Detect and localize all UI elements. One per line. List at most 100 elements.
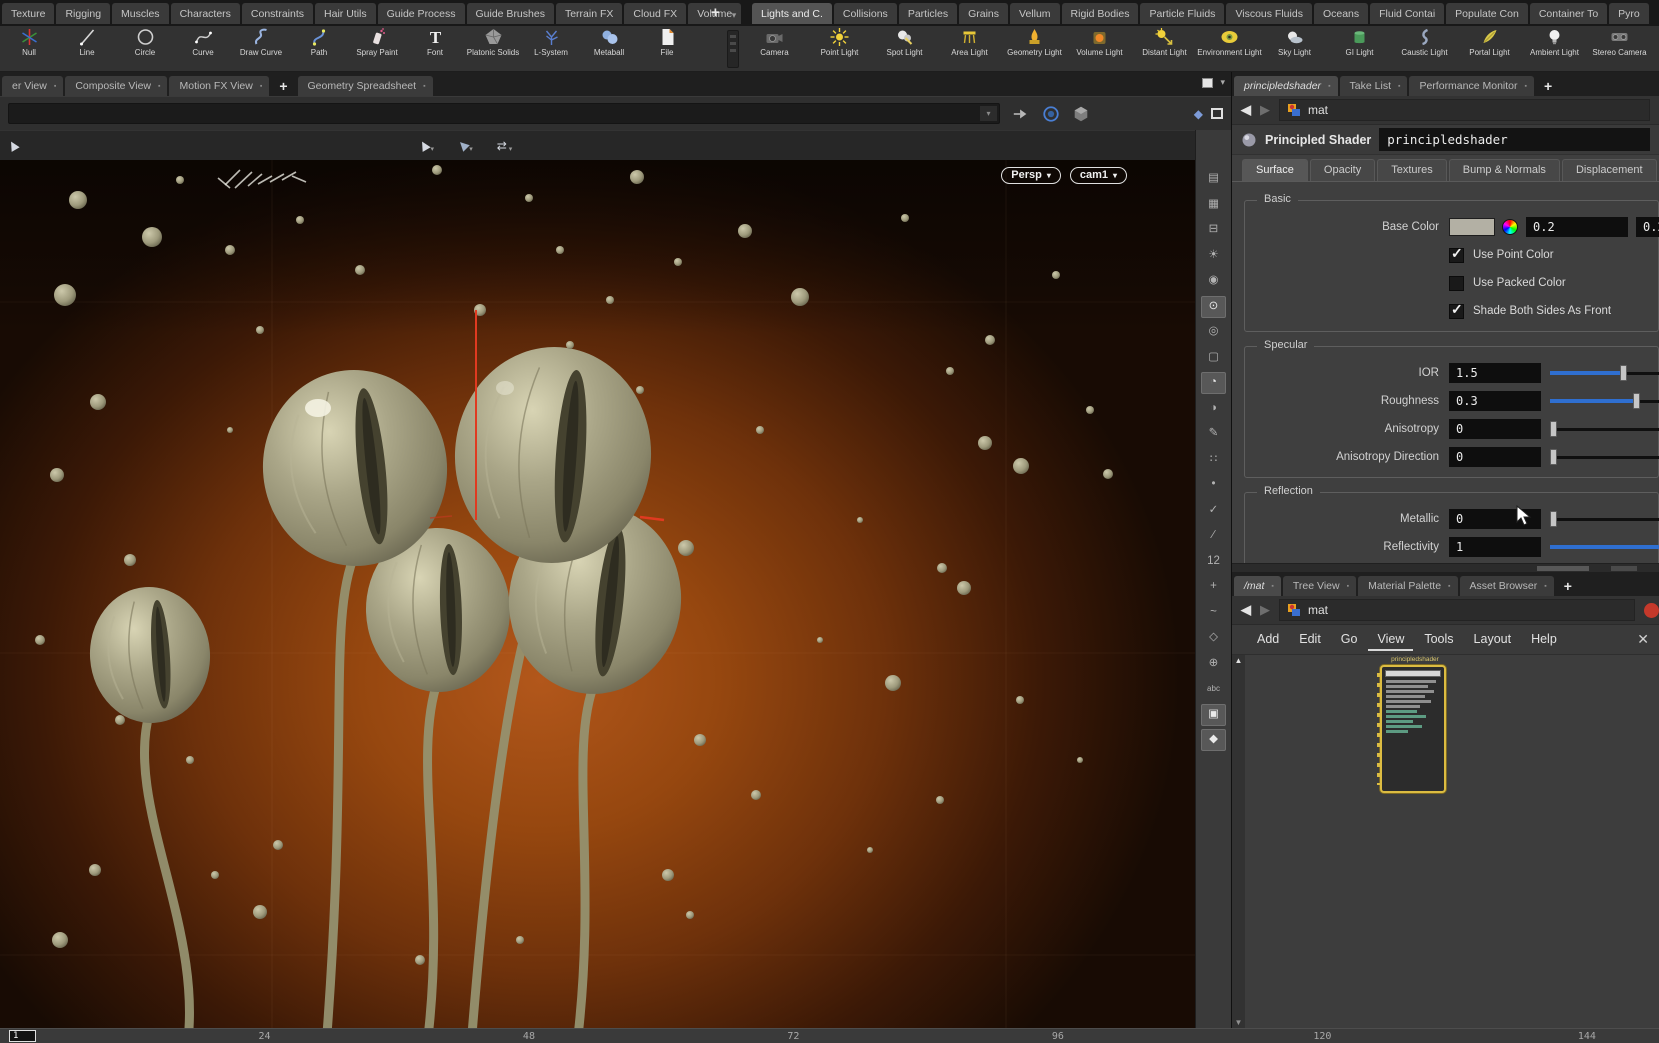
move-tool-icon[interactable]: ⇄▾ <box>497 139 513 153</box>
frame-12-label[interactable]: 12 <box>1201 551 1226 573</box>
shelf-tab-guide-process[interactable]: Guide Process <box>378 3 465 24</box>
tool-path[interactable]: Path <box>290 27 348 71</box>
checkbox-checked[interactable] <box>1449 248 1464 263</box>
field-dropdown-icon[interactable]: ▾ <box>980 106 997 121</box>
add-shelf-button[interactable]: + <box>705 3 726 21</box>
pane-link-icon[interactable]: ◆ <box>1194 107 1203 121</box>
tab-marker-icon[interactable]: ▪ <box>1544 583 1546 590</box>
param-value-field[interactable]: 0 <box>1449 419 1541 439</box>
projection-button[interactable]: Persp▾ <box>1001 167 1061 184</box>
shelf-tab-hair-utils[interactable]: Hair Utils <box>315 3 376 24</box>
tool-point-light[interactable]: Point Light <box>807 27 872 71</box>
network-canvas[interactable]: ▲▼ principledshader <box>1232 655 1659 1028</box>
eyedropper-icon[interactable]: ∕ <box>1201 525 1226 547</box>
tool-portal-light[interactable]: Portal Light <box>1457 27 1522 71</box>
tool-file[interactable]: File <box>638 27 696 71</box>
axis-icon[interactable]: ⊕ <box>1201 653 1226 675</box>
network-new-tab-button[interactable]: + <box>1556 576 1580 596</box>
brush-icon[interactable]: ~ <box>1201 602 1226 624</box>
shelf-tab-viscous-fluids[interactable]: Viscous Fluids <box>1226 3 1312 24</box>
param-slider[interactable] <box>1550 419 1659 439</box>
shelf-tab-fluid-contai[interactable]: Fluid Contai <box>1370 3 1444 24</box>
render-icon[interactable]: ◔ <box>1201 372 1226 394</box>
notification-badge[interactable] <box>1644 603 1659 618</box>
points-icon[interactable]: ∷ <box>1201 449 1226 471</box>
tool-circle[interactable]: Circle <box>116 27 174 71</box>
tools-icon[interactable]: ✕ <box>1637 631 1649 648</box>
shader-name-field[interactable]: principledshader <box>1379 128 1650 151</box>
checkbox-unchecked[interactable] <box>1449 276 1464 291</box>
tool-geometry-light[interactable]: Geometry Light <box>1002 27 1067 71</box>
tab-marker-icon[interactable]: ▪ <box>423 83 425 90</box>
shelf-tab-collisions[interactable]: Collisions <box>834 3 897 24</box>
tool-metaball[interactable]: Metaball <box>580 27 638 71</box>
clip-icon[interactable]: ◇ <box>1201 627 1226 649</box>
camera-icon[interactable]: ▢ <box>1201 347 1226 369</box>
parameter-tab-principledshader[interactable]: principledshader▪ <box>1234 76 1338 96</box>
shelf-tab-container-to[interactable]: Container To <box>1530 3 1607 24</box>
parameter-new-tab-button[interactable]: + <box>1536 76 1560 96</box>
menu-add[interactable]: Add <box>1248 628 1288 651</box>
view-tool-icon[interactable]: ▶▾ <box>419 139 434 153</box>
tool-ambient-light[interactable]: Ambient Light <box>1522 27 1587 71</box>
tab-marker-icon[interactable]: ▪ <box>54 83 56 90</box>
color-value-field[interactable]: 0.2 <box>1636 217 1659 237</box>
shelf-tab-pyro[interactable]: Pyro <box>1609 3 1649 24</box>
param-tab-opacity[interactable]: Opacity <box>1310 159 1375 181</box>
shelf-tab-particles[interactable]: Particles <box>899 3 957 24</box>
light-icon[interactable]: ☀ <box>1201 245 1226 267</box>
parameter-tab-take-list[interactable]: Take List▪ <box>1340 76 1408 96</box>
tool-volume-light[interactable]: Volume Light <box>1067 27 1132 71</box>
slider-handle[interactable] <box>1550 511 1557 527</box>
breadcrumb[interactable]: mat <box>1279 99 1650 121</box>
tab-marker-icon[interactable]: ▪ <box>158 83 160 90</box>
shelf-tab-oceans[interactable]: Oceans <box>1314 3 1368 24</box>
viewport-tab-geometry-spreadsheet[interactable]: Geometry Spreadsheet▪ <box>298 76 433 96</box>
target-icon[interactable] <box>1042 105 1060 123</box>
tool-curve[interactable]: Curve <box>174 27 232 71</box>
param-slider[interactable] <box>1550 537 1659 557</box>
viewport-tab-motion-fx-view[interactable]: Motion FX View▪ <box>169 76 269 96</box>
shelf-tab-terrain-fx[interactable]: Terrain FX <box>556 3 622 24</box>
back-icon[interactable]: ◀ <box>1241 602 1251 618</box>
tab-marker-icon[interactable]: ▪ <box>1398 83 1400 90</box>
geometry-icon[interactable]: ▦ <box>1201 194 1226 216</box>
tool-environment-light[interactable]: Environment Light <box>1197 27 1262 71</box>
shelf-tab-grains[interactable]: Grains <box>959 3 1008 24</box>
color-wheel-icon[interactable] <box>1502 219 1518 235</box>
shelf-tab-populate-con[interactable]: Populate Con <box>1446 3 1528 24</box>
shelf-tab-particle-fluids[interactable]: Particle Fluids <box>1140 3 1224 24</box>
tool-platonic[interactable]: Platonic Solids <box>464 27 522 71</box>
material-icon[interactable]: ◉ <box>1201 270 1226 292</box>
tool-l-system[interactable]: L-System <box>522 27 580 71</box>
param-value-field[interactable]: 1 <box>1449 537 1541 557</box>
param-slider[interactable] <box>1550 509 1659 529</box>
network-tab-asset-browser[interactable]: Asset Browser▪ <box>1460 576 1554 596</box>
menu-edit[interactable]: Edit <box>1290 628 1330 651</box>
tool-distant-light[interactable]: Distant Light <box>1132 27 1197 71</box>
menu-view[interactable]: View <box>1368 628 1413 651</box>
shelf-divider[interactable] <box>727 30 739 68</box>
network-tab-tree-view[interactable]: Tree View▪ <box>1283 576 1356 596</box>
tab-marker-icon[interactable]: ▪ <box>1347 583 1349 590</box>
shelf-tab-constraints[interactable]: Constraints <box>242 3 313 24</box>
shelf-tab-guide-brushes[interactable]: Guide Brushes <box>467 3 554 24</box>
menu-tools[interactable]: Tools <box>1415 628 1462 651</box>
param-tab-displacement[interactable]: Displacement <box>1562 159 1657 181</box>
tool-stereo-camera[interactable]: Stereo Camera <box>1587 27 1652 71</box>
checkbox-checked[interactable] <box>1449 304 1464 319</box>
magnify-icon[interactable]: ⊙ <box>1201 296 1226 318</box>
snapshot-icon[interactable]: ▤ <box>1201 168 1226 190</box>
slider-handle[interactable] <box>1550 449 1557 465</box>
check-icon[interactable]: ✓ <box>1201 500 1226 522</box>
slider-handle[interactable] <box>1620 365 1627 381</box>
param-value-field[interactable]: 0 <box>1449 447 1541 467</box>
tab-marker-icon[interactable]: ▪ <box>1328 83 1330 90</box>
pencil-icon[interactable]: ✎ <box>1201 423 1226 445</box>
tool-font[interactable]: TFont <box>406 27 464 71</box>
network-tab--mat[interactable]: /mat▪ <box>1234 576 1281 596</box>
color-swatch[interactable] <box>1449 218 1495 236</box>
shelf-tab-rigid-bodies[interactable]: Rigid Bodies <box>1062 3 1139 24</box>
param-slider[interactable] <box>1550 391 1659 411</box>
pane-maximize-icon[interactable] <box>1202 78 1213 88</box>
